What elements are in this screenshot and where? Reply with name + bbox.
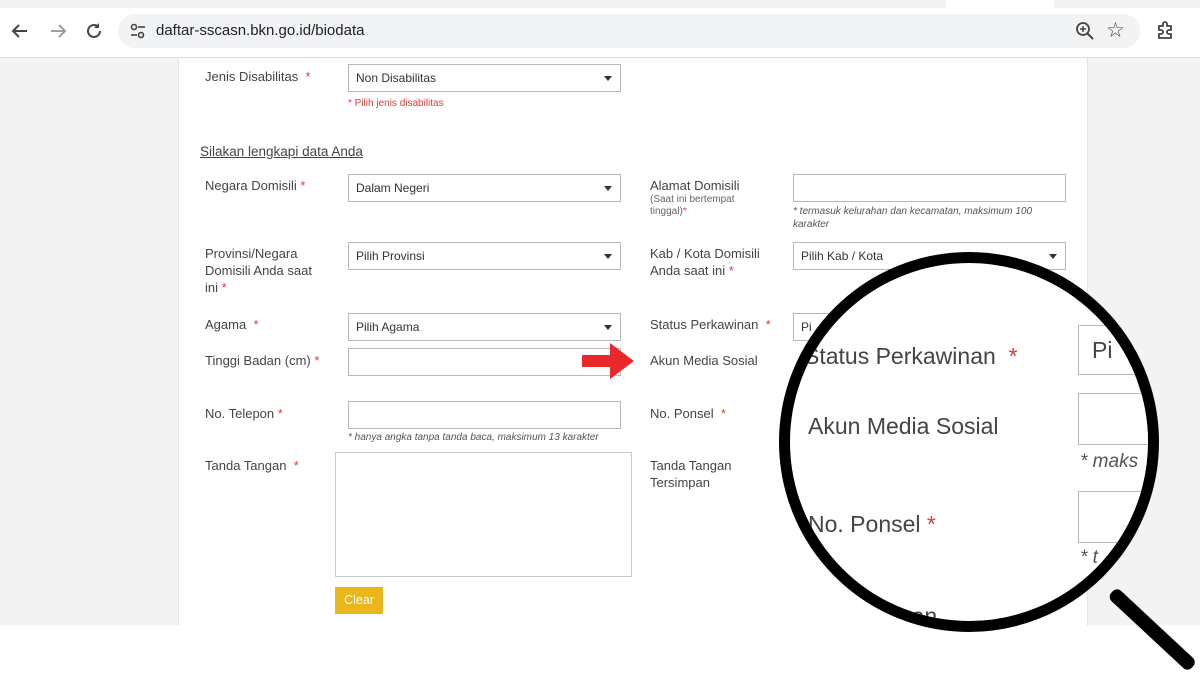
bookmark-star-icon[interactable]: ☆ xyxy=(1106,18,1125,43)
zoom-akun-label: Akun Media Sosial xyxy=(808,413,999,439)
tab-strip xyxy=(0,0,1200,8)
chevron-down-icon xyxy=(604,325,612,330)
disabilitas-select[interactable]: Non Disabilitas xyxy=(348,64,621,92)
chevron-down-icon xyxy=(604,76,612,81)
url-text[interactable]: daftar-sscasn.bkn.go.id/biodata xyxy=(156,22,364,39)
reload-icon[interactable] xyxy=(83,20,105,42)
ttd-label: Tanda Tangan * xyxy=(205,458,299,473)
zoom-hint: * maks xyxy=(1080,451,1139,472)
section-title: Silakan lengkapi data Anda xyxy=(200,144,363,159)
telepon-hint: * hanya angka tanpa tanda baca, maksimum… xyxy=(348,432,599,443)
tinggi-label: Tinggi Badan (cm) * xyxy=(205,353,320,368)
telepon-input[interactable] xyxy=(348,401,621,429)
zoom-status-select: Pi xyxy=(1078,325,1148,375)
kabkota-label: Kab / Kota Domisili Anda saat ini * xyxy=(650,246,760,278)
alamat-input[interactable] xyxy=(793,174,1066,202)
clear-button[interactable]: Clear xyxy=(335,587,383,614)
back-icon[interactable] xyxy=(9,20,31,42)
zoom-icon[interactable] xyxy=(1074,20,1096,42)
chevron-down-icon xyxy=(604,186,612,191)
signature-pad[interactable] xyxy=(335,452,632,577)
chevron-down-icon xyxy=(1049,254,1057,259)
magnifier-lens: Status Perkawinan * Pi Akun Media Sosial… xyxy=(779,252,1159,632)
forward-icon[interactable] xyxy=(47,20,69,42)
zoom-ponsel-label: No. Ponsel * xyxy=(808,511,936,537)
telepon-label: No. Telepon * xyxy=(205,406,283,421)
status-label: Status Perkawinan * xyxy=(650,317,771,332)
browser-toolbar: daftar-sscasn.bkn.go.id/biodata ☆ xyxy=(0,0,1200,58)
agama-label: Agama * xyxy=(205,317,259,332)
alamat-label: Alamat Domisili (Saat ini bertempat ting… xyxy=(650,178,740,217)
negara-select[interactable]: Dalam Negeri xyxy=(348,174,621,202)
disabilitas-error: * Pilih jenis disabilitas xyxy=(348,98,444,109)
ttd-saved-label: Tanda Tangan Tersimpan xyxy=(650,458,732,490)
chevron-down-icon xyxy=(604,254,612,259)
alamat-hint: * termasuk kelurahan dan kecamatan, maks… xyxy=(793,206,1033,230)
zoom-status-label: Status Perkawinan * xyxy=(804,343,1018,369)
akun-label: Akun Media Sosial xyxy=(650,353,758,368)
negara-label: Negara Domisili * xyxy=(205,178,306,193)
provinsi-select[interactable]: Pilih Provinsi xyxy=(348,242,621,270)
ponsel-label: No. Ponsel * xyxy=(650,406,726,421)
zoom-akun-input xyxy=(1078,393,1148,445)
red-arrow-icon xyxy=(582,343,634,379)
address-bar[interactable]: daftar-sscasn.bkn.go.id/biodata ☆ xyxy=(118,14,1140,48)
agama-select[interactable]: Pilih Agama xyxy=(348,313,621,341)
site-settings-icon[interactable] xyxy=(128,21,148,41)
extensions-icon[interactable] xyxy=(1154,19,1178,43)
disabilitas-label: Jenis Disabilitas * xyxy=(205,69,311,84)
provinsi-label: Provinsi/Negara Domisili Anda saat ini * xyxy=(205,246,312,295)
zoom-hint-2: * t xyxy=(1080,547,1098,568)
zoom-ponsel-input xyxy=(1078,491,1148,543)
